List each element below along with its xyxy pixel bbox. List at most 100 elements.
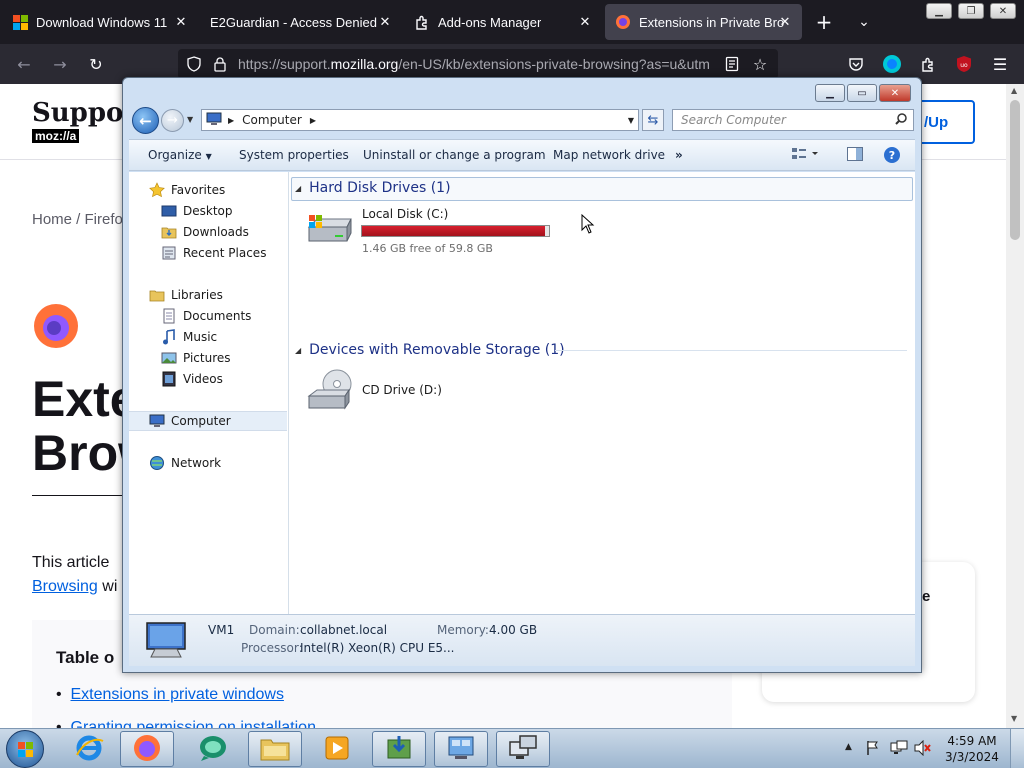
account-avatar-icon[interactable]: [880, 52, 904, 76]
nav-computer[interactable]: Computer: [129, 411, 287, 431]
map-network-drive-button[interactable]: Map network drive: [553, 148, 665, 162]
nav-favorites[interactable]: Favorites: [129, 180, 287, 200]
bookmark-star-icon[interactable]: ☆: [748, 52, 772, 76]
taskbar-remote-desktop[interactable]: [496, 731, 550, 767]
collapse-triangle-icon[interactable]: ◢: [295, 346, 301, 355]
taskbar-chat-app[interactable]: [186, 731, 240, 767]
scroll-down-icon[interactable]: ▼: [1011, 714, 1017, 723]
close-button[interactable]: ✕: [990, 3, 1016, 19]
taskbar-firefox[interactable]: [120, 731, 174, 767]
minimize-button[interactable]: ▁: [926, 3, 952, 19]
show-hidden-icons-chevron-icon[interactable]: ▲: [845, 742, 852, 752]
explorer-search-input[interactable]: Search Computer: [672, 109, 914, 131]
list-tabs-chevron-icon[interactable]: ⌄: [852, 10, 876, 34]
nav-recent-places[interactable]: Recent Places: [129, 243, 287, 263]
intro-link[interactable]: Browsing: [32, 578, 98, 595]
restore-button[interactable]: ❐: [958, 3, 984, 19]
uninstall-program-button[interactable]: Uninstall or change a program: [363, 148, 546, 162]
nav-downloads[interactable]: Downloads: [129, 222, 287, 242]
taskbar-media-player[interactable]: [310, 731, 364, 767]
explorer-close-button[interactable]: ✕: [879, 84, 911, 102]
nav-label: Network: [171, 456, 222, 470]
tab-e2guardian[interactable]: E2Guardian - Access Denied ✕: [200, 4, 402, 40]
explorer-window[interactable]: ▁ ▭ ✕ ← → ▼ ▶ Computer ▶ ▼ ⇆ Search Comp…: [122, 77, 922, 673]
recent-pages-chevron-icon[interactable]: ▼: [187, 115, 193, 124]
scroll-thumb[interactable]: [1010, 100, 1020, 240]
drive-d-item[interactable]: CD Drive (D:): [303, 368, 503, 414]
taskbar-explorer[interactable]: [248, 731, 302, 767]
collapse-triangle-icon[interactable]: ◢: [295, 184, 301, 193]
back-arrow-icon[interactable]: ←: [12, 52, 36, 76]
computer-large-icon: [143, 621, 189, 664]
drive-c-item[interactable]: Local Disk (C:) 1.46 GB free of 59.8 GB: [303, 205, 553, 255]
tab-download-windows[interactable]: Download Windows 11 ✕: [2, 4, 198, 40]
system-properties-button[interactable]: System properties: [239, 148, 349, 162]
network-status-icon[interactable]: [890, 740, 908, 759]
back-button[interactable]: ←: [132, 107, 159, 134]
more-commands-button[interactable]: »: [675, 148, 683, 162]
search-icon[interactable]: [894, 112, 908, 129]
change-view-icon[interactable]: [791, 146, 821, 165]
taskbar-internet-explorer[interactable]: [62, 731, 116, 767]
volume-muted-icon[interactable]: [914, 739, 932, 759]
refresh-button[interactable]: ⇆: [642, 109, 664, 131]
forward-button[interactable]: →: [161, 109, 184, 132]
address-breadcrumb[interactable]: Computer: [242, 113, 302, 127]
action-center-flag-icon[interactable]: [866, 740, 880, 759]
toc-link-permission[interactable]: Granting permission on installation: [71, 719, 316, 728]
local-disk-icon: [305, 213, 355, 250]
nav-network[interactable]: Network: [129, 453, 287, 473]
close-icon[interactable]: ✕: [172, 13, 190, 31]
mozilla-wordmark: moz://a: [32, 129, 80, 143]
address-dropdown-chevron-icon[interactable]: ▼: [628, 116, 634, 125]
group-hdd-header[interactable]: ◢ Hard Disk Drives (1): [295, 180, 451, 196]
url-bar[interactable]: https://support.mozilla.org/en-US/kb/ext…: [178, 49, 778, 79]
nav-label: Music: [183, 330, 218, 344]
close-icon[interactable]: ✕: [376, 13, 394, 31]
music-note-icon: [161, 329, 177, 345]
explorer-maximize-button[interactable]: ▭: [847, 84, 877, 102]
tab-extensions-private[interactable]: Extensions in Private Brows ✕: [605, 4, 802, 40]
ublock-icon[interactable]: uo: [952, 52, 976, 76]
nav-documents[interactable]: Documents: [129, 306, 287, 326]
nav-pictures[interactable]: Pictures: [129, 348, 287, 368]
drive-c-usage-fill: [362, 226, 545, 236]
taskbar-control-panel[interactable]: [434, 731, 488, 767]
chevron-right-icon[interactable]: ▶: [228, 116, 234, 125]
network-icon: [149, 455, 165, 471]
pocket-icon[interactable]: [844, 52, 868, 76]
preview-pane-icon[interactable]: [847, 147, 863, 164]
reload-icon[interactable]: ↻: [84, 52, 108, 76]
extensions-puzzle-icon[interactable]: [916, 52, 940, 76]
chevron-right-icon[interactable]: ▶: [310, 116, 316, 125]
scroll-up-icon[interactable]: ▲: [1011, 86, 1017, 95]
organize-button[interactable]: Organize ▼: [148, 148, 212, 162]
shield-icon[interactable]: [182, 52, 206, 76]
page-scrollbar[interactable]: ▲ ▼: [1006, 84, 1024, 728]
nav-videos[interactable]: Videos: [129, 369, 287, 389]
explorer-minimize-button[interactable]: ▁: [815, 84, 845, 102]
nav-music[interactable]: Music: [129, 327, 287, 347]
forward-arrow-icon[interactable]: →: [48, 52, 72, 76]
folder-icon: [259, 734, 291, 765]
toc-link-private-windows[interactable]: Extensions in private windows: [71, 686, 284, 703]
explorer-command-bar: Organize ▼ System properties Uninstall o…: [129, 139, 915, 171]
clock[interactable]: 4:59 AM 3/3/2024: [944, 733, 1000, 765]
close-icon[interactable]: ✕: [576, 13, 594, 31]
page-breadcrumb[interactable]: Home / Firefo: [32, 211, 123, 228]
menu-hamburger-icon[interactable]: ☰: [988, 52, 1012, 76]
group-removable-header[interactable]: ◢ Devices with Removable Storage (1): [295, 342, 565, 358]
tab-addons-manager[interactable]: Add-ons Manager ✕: [404, 4, 602, 40]
nav-desktop[interactable]: Desktop: [129, 201, 287, 221]
explorer-address-bar[interactable]: ▶ Computer ▶ ▼: [201, 109, 639, 131]
nav-libraries[interactable]: Libraries: [129, 285, 287, 305]
taskbar-installer[interactable]: [372, 731, 426, 767]
show-desktop-button[interactable]: [1010, 729, 1024, 768]
lock-icon[interactable]: [208, 52, 232, 76]
group-title: Hard Disk Drives (1): [309, 180, 451, 196]
reader-view-icon[interactable]: [720, 52, 744, 76]
start-button[interactable]: [6, 730, 44, 768]
help-icon[interactable]: ?: [883, 146, 901, 167]
new-tab-plus-icon[interactable]: +: [812, 10, 836, 34]
close-icon[interactable]: ✕: [776, 13, 794, 31]
